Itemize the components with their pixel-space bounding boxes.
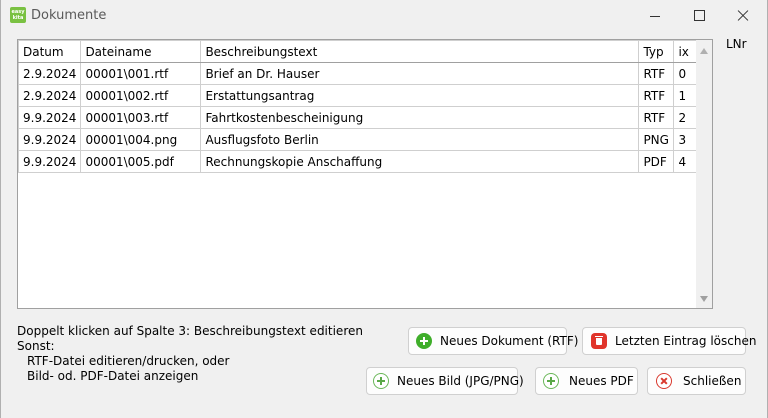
new-pdf-button[interactable]: Neues PDF: [535, 367, 638, 395]
table-row[interactable]: 9.9.2024 00001\004.png Ausflugsfoto Berl…: [17, 128, 699, 151]
column-header-datum[interactable]: Datum: [17, 40, 82, 63]
cell-typ[interactable]: PNG: [638, 128, 675, 151]
app-logo-icon: easy kita: [10, 7, 26, 23]
plus-circle-icon: [373, 373, 389, 389]
table-row[interactable]: 9.9.2024 00001\005.pdf Rechnungskopie An…: [17, 150, 699, 173]
cell-dateiname[interactable]: 00001\003.rtf: [80, 106, 202, 129]
cell-datum[interactable]: 9.9.2024: [17, 106, 82, 129]
help-line-4: Bild- od. PDF-Datei anzeigen: [27, 369, 199, 383]
minimize-button[interactable]: [632, 0, 678, 32]
column-header-beschreibungstext[interactable]: Beschreibungstext: [200, 40, 640, 63]
minimize-icon: [650, 16, 660, 17]
help-line-1: Doppelt klicken auf Spalte 3: Beschreibu…: [17, 324, 363, 338]
cell-typ[interactable]: PDF: [638, 150, 675, 173]
cell-ix[interactable]: 2: [673, 106, 699, 129]
delete-last-entry-label: Letzten Eintrag löschen: [615, 334, 757, 348]
close-label: Schließen: [683, 374, 742, 388]
cell-beschreibungstext[interactable]: Fahrtkostenbescheinigung: [200, 106, 640, 129]
cell-datum[interactable]: 2.9.2024: [17, 84, 82, 107]
trash-icon: [591, 333, 607, 349]
window-left-edge: [0, 0, 1, 418]
delete-last-entry-button[interactable]: Letzten Eintrag löschen: [582, 327, 756, 355]
table-row[interactable]: 2.9.2024 00001\001.rtf Brief an Dr. Haus…: [17, 62, 699, 85]
window-close-button[interactable]: [720, 0, 766, 32]
cell-dateiname[interactable]: 00001\002.rtf: [80, 84, 202, 107]
cell-beschreibungstext[interactable]: Brief an Dr. Hauser: [200, 62, 640, 85]
documents-table: Datum Dateiname Beschreibungstext Typ ix…: [17, 40, 699, 173]
table-row[interactable]: 9.9.2024 00001\003.rtf Fahrtkostenbesche…: [17, 106, 699, 129]
scroll-up-arrow-icon[interactable]: [700, 48, 708, 54]
cell-typ[interactable]: RTF: [638, 62, 675, 85]
cell-beschreibungstext[interactable]: Rechnungskopie Anschaffung: [200, 150, 640, 173]
new-image-label: Neues Bild (JPG/PNG): [397, 374, 524, 388]
table-row[interactable]: 2.9.2024 00001\002.rtf Erstattungsantrag…: [17, 84, 699, 107]
title-bar: easy kita Dokumente: [0, 0, 768, 32]
maximize-icon: [694, 10, 705, 21]
cell-ix[interactable]: 4: [673, 150, 699, 173]
cell-dateiname[interactable]: 00001\005.pdf: [80, 150, 202, 173]
cell-ix[interactable]: 3: [673, 128, 699, 151]
cell-typ[interactable]: RTF: [638, 84, 675, 107]
plus-circle-icon: [416, 333, 432, 349]
cell-datum[interactable]: 2.9.2024: [17, 62, 82, 85]
window-title: Dokumente: [31, 8, 107, 23]
cell-datum[interactable]: 9.9.2024: [17, 128, 82, 151]
lnr-label: LNr: [726, 37, 747, 51]
scroll-down-arrow-icon[interactable]: [700, 296, 708, 302]
help-line-2: Sonst:: [17, 339, 55, 353]
cell-typ[interactable]: RTF: [638, 106, 675, 129]
vertical-scrollbar[interactable]: [696, 40, 712, 308]
plus-circle-icon: [543, 373, 559, 389]
cell-datum[interactable]: 9.9.2024: [17, 150, 82, 173]
close-circle-icon: [656, 373, 672, 389]
header-row: Datum Dateiname Beschreibungstext Typ ix: [17, 40, 699, 63]
cell-dateiname[interactable]: 00001\001.rtf: [80, 62, 202, 85]
cell-beschreibungstext[interactable]: Erstattungsantrag: [200, 84, 640, 107]
new-rtf-document-button[interactable]: Neues Dokument (RTF): [408, 327, 578, 355]
column-header-ix[interactable]: ix: [673, 40, 699, 63]
new-pdf-label: Neues PDF: [569, 374, 634, 388]
maximize-button[interactable]: [676, 0, 722, 32]
cell-dateiname[interactable]: 00001\004.png: [80, 128, 202, 151]
cell-ix[interactable]: 0: [673, 62, 699, 85]
documents-grid[interactable]: Datum Dateiname Beschreibungstext Typ ix…: [17, 39, 713, 309]
column-header-typ[interactable]: Typ: [638, 40, 675, 63]
help-line-3: RTF-Datei editieren/drucken, oder: [27, 354, 230, 368]
cell-ix[interactable]: 1: [673, 84, 699, 107]
new-image-button[interactable]: Neues Bild (JPG/PNG): [366, 367, 524, 395]
cell-beschreibungstext[interactable]: Ausflugsfoto Berlin: [200, 128, 640, 151]
new-rtf-document-label: Neues Dokument (RTF): [440, 334, 579, 348]
close-button[interactable]: Schließen: [647, 367, 746, 395]
column-header-dateiname[interactable]: Dateiname: [80, 40, 202, 63]
